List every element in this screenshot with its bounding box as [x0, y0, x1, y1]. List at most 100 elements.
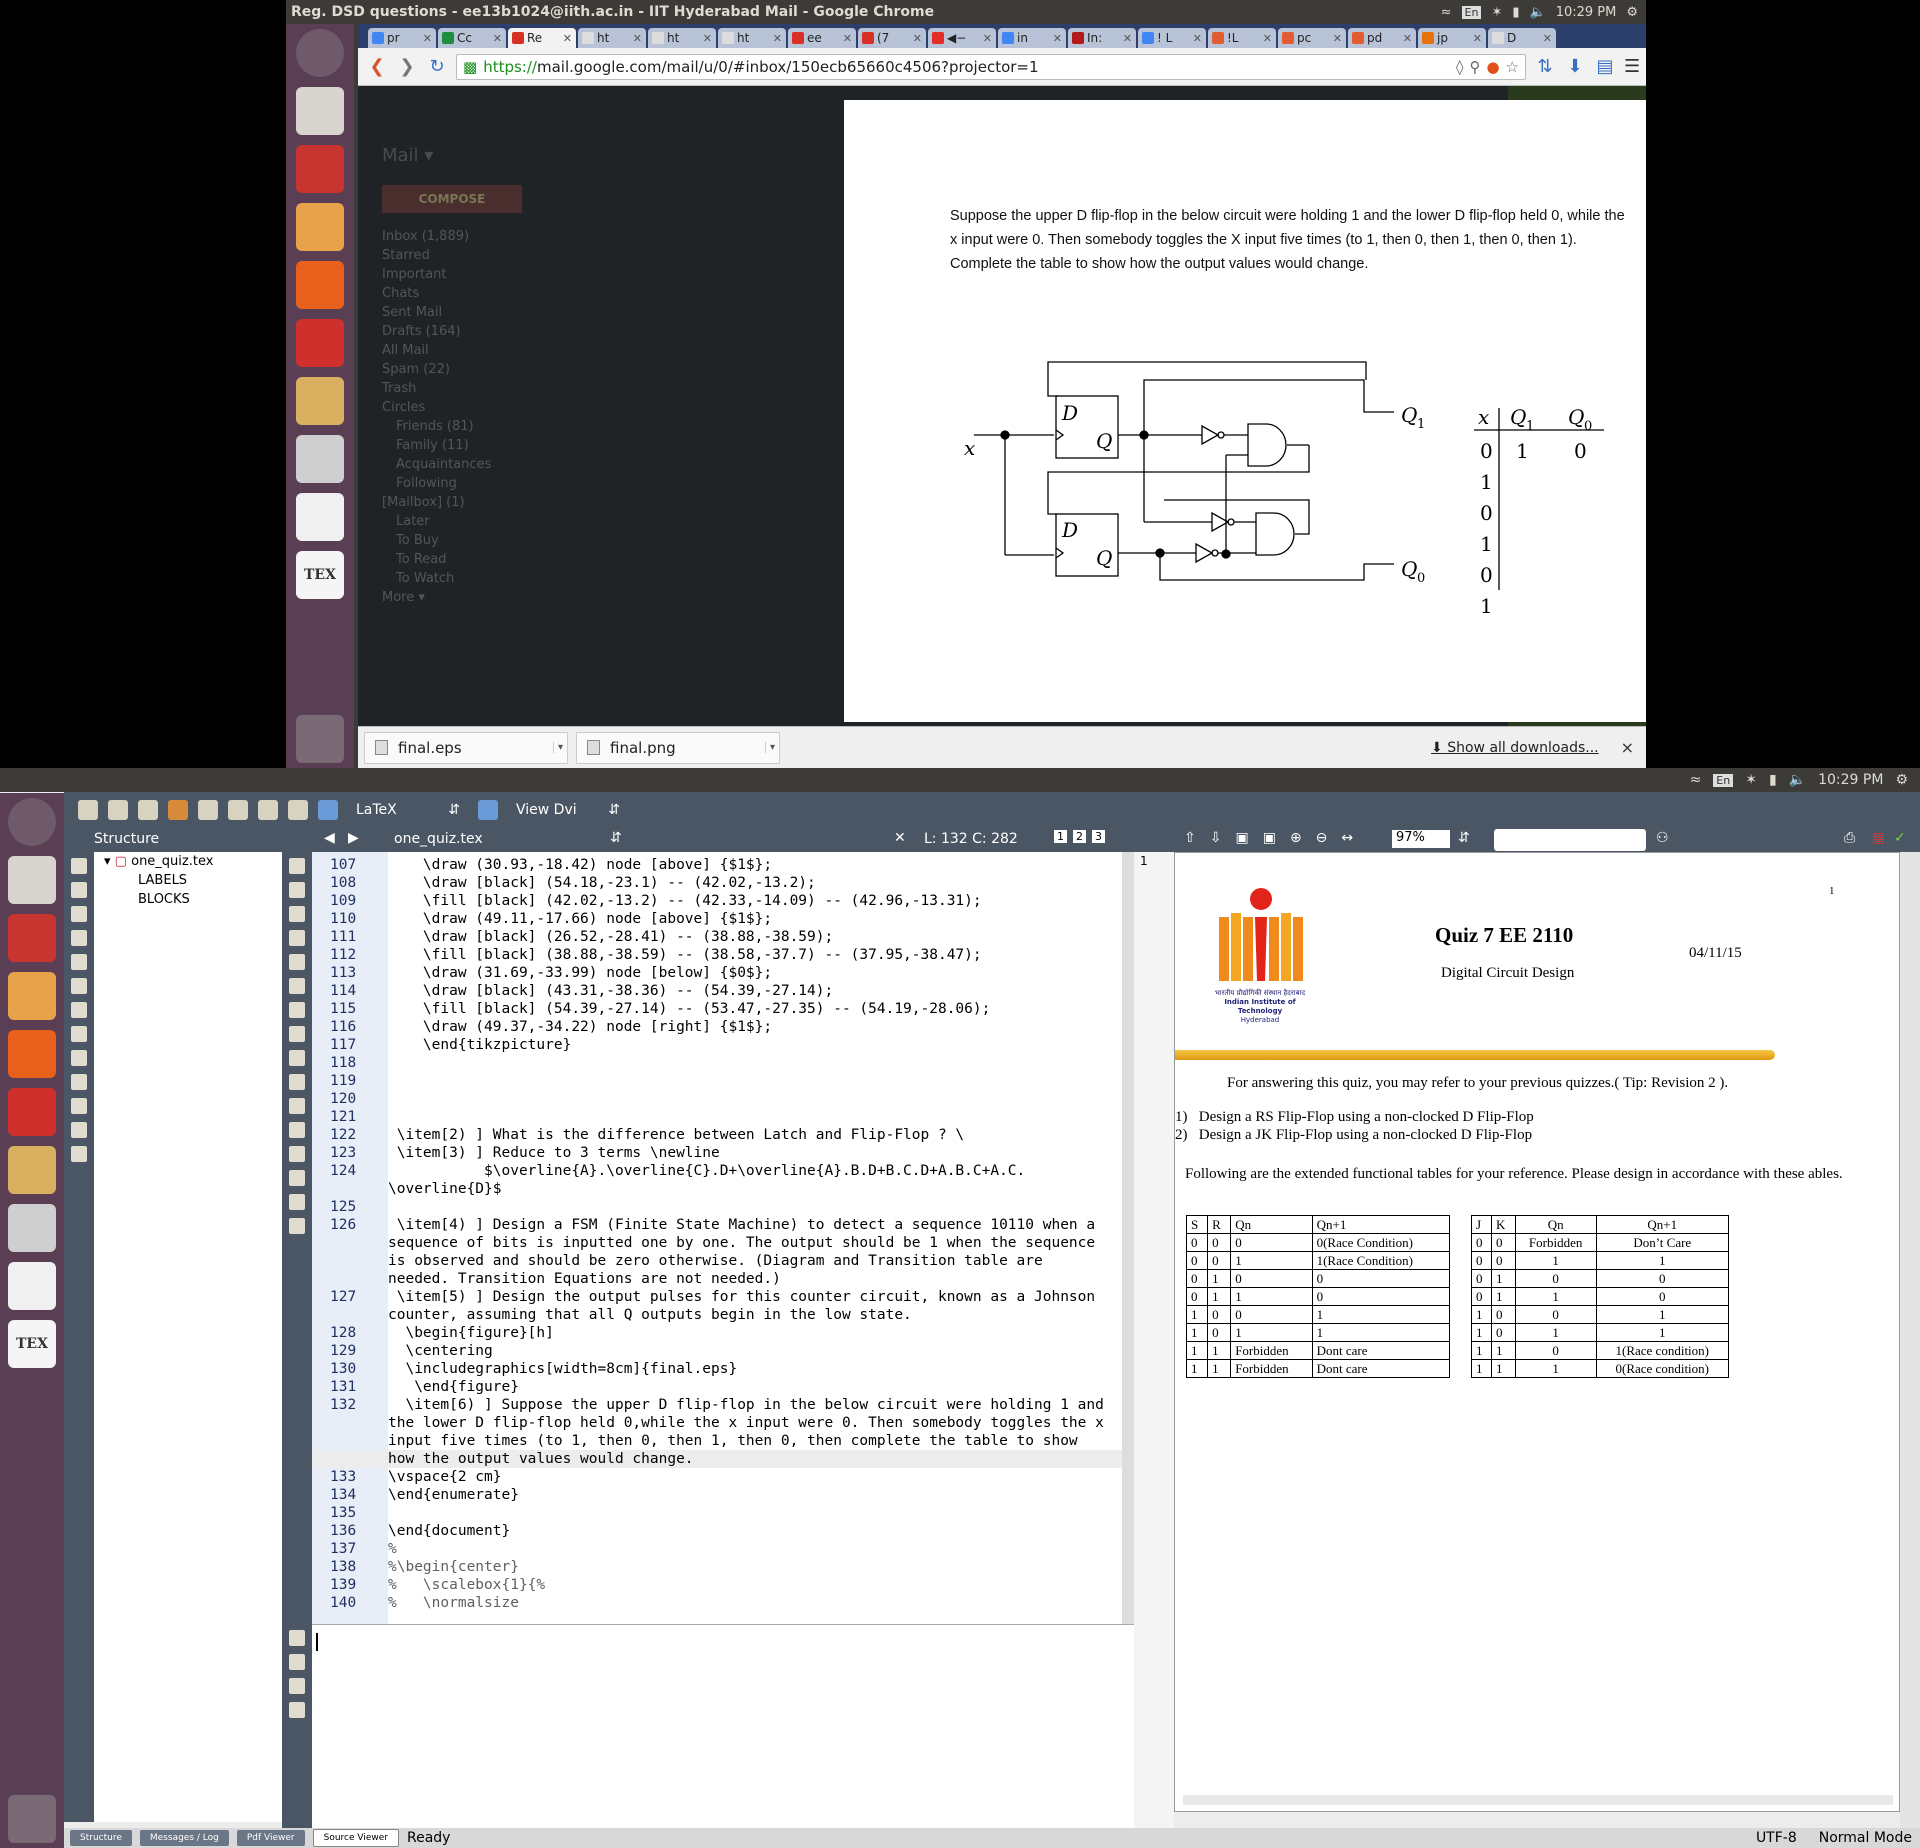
trash-icon[interactable] [296, 715, 344, 763]
pdf-hscrollbar[interactable] [1183, 1795, 1893, 1805]
chevron-updown-icon[interactable]: ⇵ [1458, 830, 1470, 846]
address-bar[interactable]: ▩ https://mail.google.com/mail/u/0/#inbo… [456, 53, 1526, 80]
down-arrow-icon[interactable]: ⇩ [1210, 830, 1222, 846]
quick-build-icon[interactable] [318, 800, 338, 820]
volume-icon[interactable]: 🔈 [1789, 772, 1806, 788]
language-indicator[interactable]: En [1461, 5, 1482, 19]
chrome-icon[interactable] [296, 493, 344, 541]
wifi-icon[interactable]: ≈ [1441, 5, 1452, 20]
files-icon[interactable] [296, 87, 344, 135]
code-line[interactable]: 109 \fill [black] (42.02,-13.2) -- (42.3… [312, 892, 1134, 910]
redo-icon[interactable] [198, 800, 218, 820]
fit-icon[interactable]: ↔ [1341, 830, 1353, 846]
calendar-icon[interactable]: ▤ [1594, 56, 1616, 77]
ref-icon[interactable] [289, 882, 305, 898]
menu-icon[interactable]: ☰ [1624, 56, 1646, 77]
tab-close-icon[interactable]: ✕ [703, 32, 712, 45]
close-tab-icon[interactable]: ✕ [894, 830, 906, 846]
subscript-icon[interactable] [289, 1122, 305, 1138]
view-icon[interactable] [478, 800, 498, 820]
gmail-folder-item[interactable]: More ▾ [382, 588, 522, 607]
zoom-icon[interactable]: ⚲ [1469, 58, 1480, 76]
code-editor[interactable]: 107 \draw (30.93,-18.42) node [above] {$… [312, 852, 1134, 1624]
download-icon[interactable]: ⬇ [1564, 56, 1586, 77]
gmail-folder-item[interactable]: [Mailbox] (1) [382, 493, 522, 512]
code-line[interactable]: \overline{D}$ [312, 1180, 1134, 1198]
chrome-tab[interactable]: ee ✕ [788, 28, 856, 48]
chrome-tab[interactable]: ◀− ✕ [928, 28, 996, 48]
code-line[interactable]: sequence of bits is inputted one by one.… [312, 1234, 1134, 1252]
superscript-icon[interactable] [289, 1146, 305, 1162]
stop-icon[interactable] [289, 1702, 305, 1718]
clock[interactable]: 10:29 PM [1818, 772, 1883, 788]
tab-close-icon[interactable]: ✕ [983, 32, 992, 45]
messages-tab-button[interactable]: Messages / Log [139, 1830, 229, 1846]
code-line[interactable]: 129 \centering [312, 1342, 1134, 1360]
tab-close-icon[interactable]: ✕ [913, 32, 922, 45]
star-icon[interactable]: ☆ [1506, 58, 1519, 76]
prev-doc-icon[interactable]: ◀ [324, 830, 335, 846]
tree-item-labels[interactable]: LABELS [94, 871, 282, 890]
arrow-icon[interactable] [71, 906, 87, 922]
code-line[interactable]: needed. Transition Equations are not nee… [312, 1270, 1134, 1288]
code-line[interactable]: 124 $\overline{A}.\overline{C}.D+\overli… [312, 1162, 1134, 1180]
label-icon[interactable] [289, 858, 305, 874]
pdf-page-index[interactable]: 1 [1134, 852, 1174, 870]
copy-icon[interactable] [228, 800, 248, 820]
metapost-icon[interactable] [71, 1098, 87, 1114]
next-error-icon[interactable] [289, 1654, 305, 1670]
chrome-tab[interactable]: Cc ✕ [438, 28, 506, 48]
forward-icon[interactable]: ❯ [396, 56, 418, 77]
special-icon[interactable] [71, 1026, 87, 1042]
clock[interactable]: 10:29 PM [1556, 5, 1617, 20]
tikz-icon[interactable] [71, 1122, 87, 1138]
bluetooth-icon[interactable]: ✶ [1491, 5, 1502, 20]
tree-item-blocks[interactable]: BLOCKS [94, 890, 282, 909]
download-item[interactable]: final.eps ▾ [364, 731, 568, 764]
zoom-out-icon[interactable]: ⊖ [1316, 830, 1328, 846]
open-file-icon[interactable] [108, 800, 128, 820]
gmail-folder-item[interactable]: All Mail [382, 341, 522, 360]
tab-close-icon[interactable]: ✕ [1123, 32, 1132, 45]
gmail-folder-item[interactable]: Acquaintances [382, 455, 522, 474]
chrome-tab[interactable]: D ✕ [1488, 28, 1556, 48]
archive-icon[interactable] [8, 1146, 56, 1194]
pdf-viewer-tab-button[interactable]: Pdf Viewer [236, 1830, 305, 1846]
chevron-down-icon[interactable]: ▾ [765, 742, 779, 753]
gear-icon[interactable]: ⚙ [1895, 772, 1908, 788]
cut-icon[interactable] [258, 800, 278, 820]
trash-icon[interactable] [8, 1795, 56, 1843]
impress-icon[interactable] [8, 972, 56, 1020]
view-1-icon[interactable]: 1 [1054, 830, 1067, 843]
left-align-icon[interactable] [289, 1002, 305, 1018]
chevron-updown-icon[interactable]: ⇵ [610, 830, 622, 846]
chrome-tab[interactable]: (7 ✕ [858, 28, 926, 48]
firefox-icon[interactable] [296, 261, 344, 309]
code-line[interactable]: 118 [312, 1054, 1134, 1072]
tree-item-file[interactable]: ▾ ▢ one_quiz.tex [94, 852, 282, 871]
gmail-folder-item[interactable]: Drafts (164) [382, 322, 522, 341]
delimiter-icon[interactable] [71, 954, 87, 970]
gmail-folder-item[interactable]: Following [382, 474, 522, 493]
code-line[interactable]: 138 %\begin{center} [312, 1558, 1134, 1576]
code-line[interactable]: 108 \draw [black] (54.18,-23.1) -- (42.0… [312, 874, 1134, 892]
tab-close-icon[interactable]: ✕ [1263, 32, 1272, 45]
misc-symbol-icon[interactable] [71, 930, 87, 946]
code-line[interactable]: is observed and should be zero otherwise… [312, 1252, 1134, 1270]
view-3-icon[interactable]: 3 [1092, 830, 1105, 843]
extension-2-icon[interactable]: ⇅ [1534, 56, 1556, 77]
math-icon[interactable] [71, 1002, 87, 1018]
code-line[interactable]: 135 [312, 1504, 1134, 1522]
chrome-tab[interactable]: pc ✕ [1278, 28, 1346, 48]
tab-close-icon[interactable]: ✕ [773, 32, 782, 45]
pdf-scrollbar[interactable] [1900, 852, 1920, 1832]
gmail-folder-item[interactable]: Family (11) [382, 436, 522, 455]
chrome-tab[interactable]: Re ✕ [508, 28, 576, 48]
help-icon[interactable] [296, 319, 344, 367]
asymptote-icon[interactable] [71, 1146, 87, 1162]
chrome-tab[interactable]: In: ✕ [1068, 28, 1136, 48]
gmail-folder-item[interactable]: Circles [382, 398, 522, 417]
code-line[interactable]: 111 \draw [black] (26.52,-28.41) -- (38.… [312, 928, 1134, 946]
code-line[interactable]: 125 [312, 1198, 1134, 1216]
gmail-folder-item[interactable]: Inbox (1,889) [382, 227, 522, 246]
